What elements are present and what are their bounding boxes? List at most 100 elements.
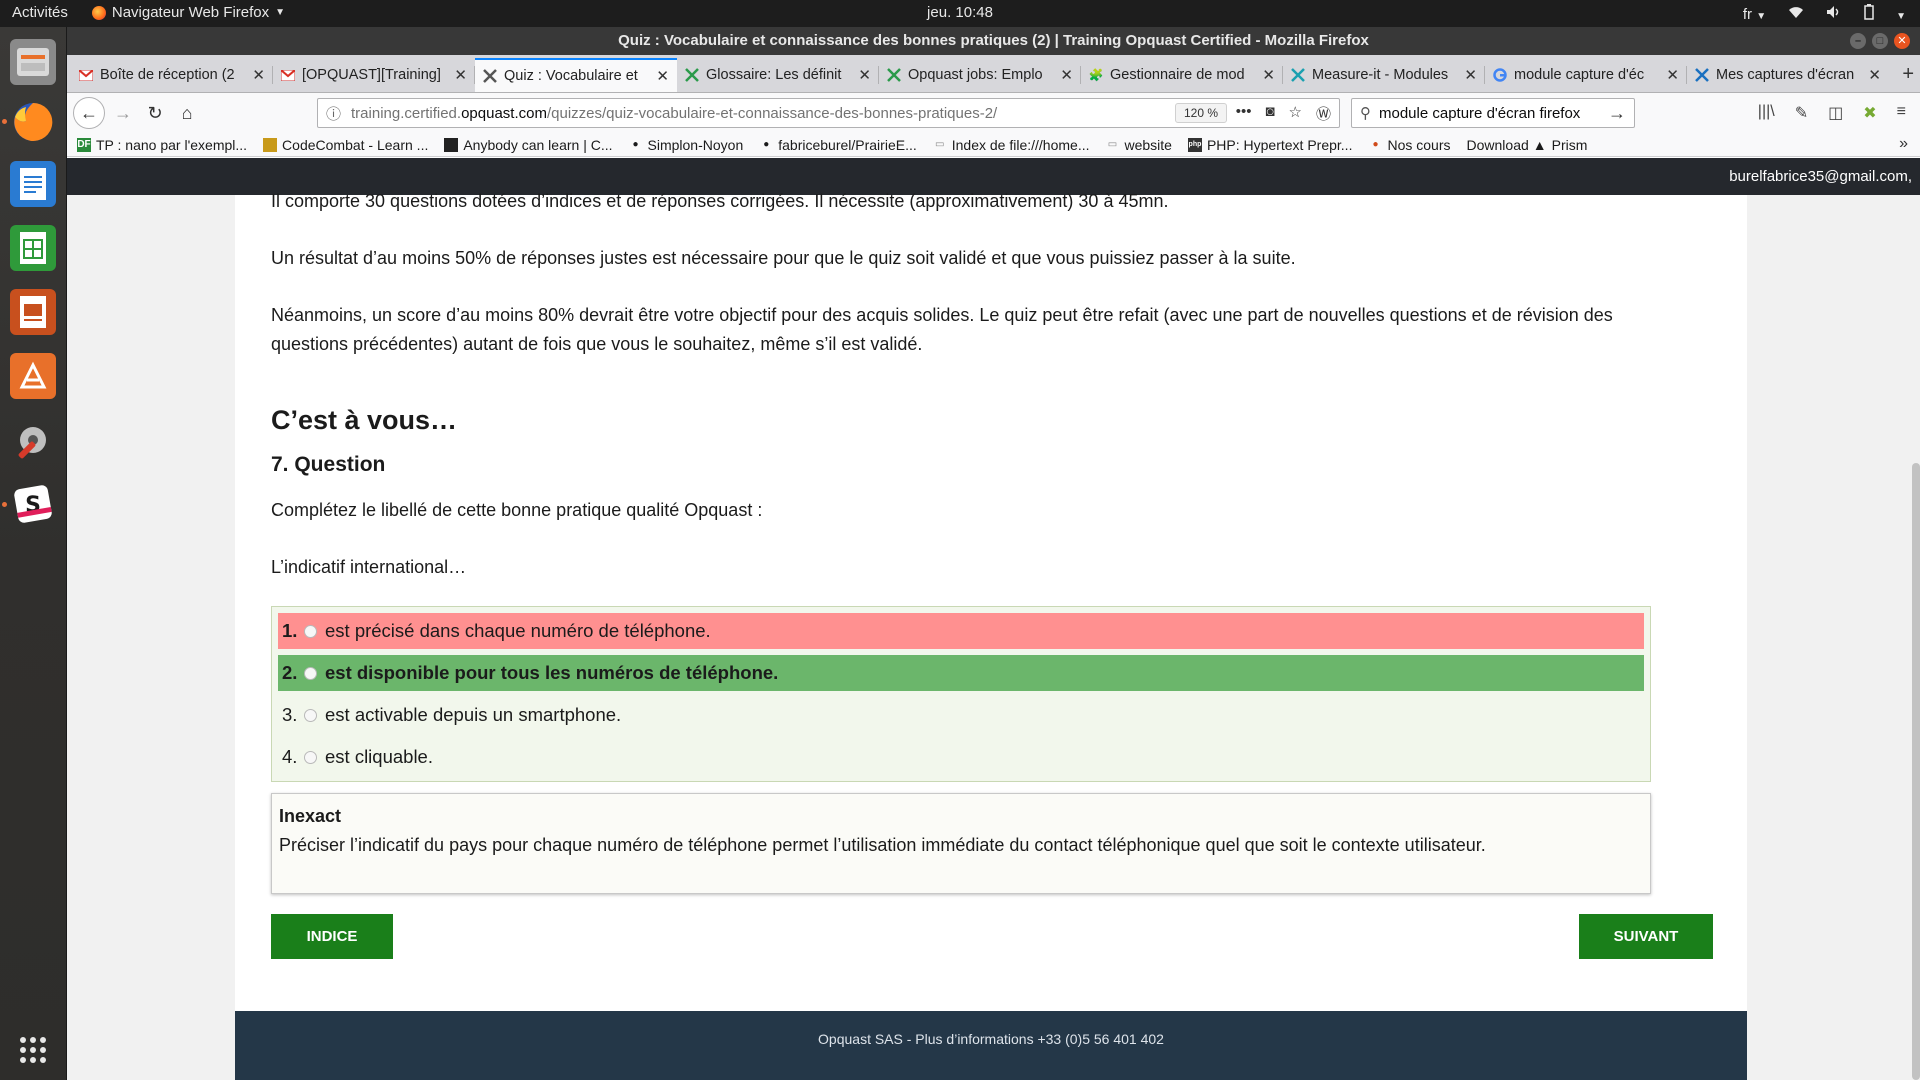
menu-icon[interactable]: ≡: [1897, 103, 1906, 123]
bookmark-item[interactable]: ● fabriceburel/PrairieE...: [759, 137, 917, 153]
minimize-button[interactable]: –: [1850, 33, 1866, 49]
chevron-down-icon: ▼: [1896, 10, 1906, 22]
page-actions-icon[interactable]: •••: [1236, 103, 1252, 124]
search-input[interactable]: module capture d'écran firefox: [1379, 105, 1580, 122]
url-bar[interactable]: ⓘ training.certified. opquast.com/quizzes…: [317, 98, 1340, 128]
home-icon[interactable]: ⌂: [171, 97, 203, 129]
library-icon[interactable]: |||\: [1758, 103, 1775, 123]
php-icon: php: [1187, 137, 1202, 152]
feedback-box: Inexact Préciser l’indicatif du pays pou…: [271, 793, 1651, 894]
show-applications-icon[interactable]: [10, 1027, 56, 1073]
answer-option-2[interactable]: 2. est disponible pour tous les numéros …: [278, 655, 1644, 691]
bookmark-label: Simplon-Noyon: [647, 136, 744, 153]
bookmark-label: Nos cours: [1387, 136, 1451, 153]
bookmark-favicon: ●: [1372, 139, 1379, 150]
eyedropper-icon[interactable]: ✎: [1795, 103, 1808, 123]
close-tab-icon[interactable]: ✕: [454, 66, 467, 84]
clock[interactable]: jeu. 10:48: [0, 4, 1920, 21]
file-icon: ▭: [935, 139, 945, 150]
pocket-icon[interactable]: ◙: [1265, 103, 1274, 124]
bookmark-item[interactable]: Download: [1467, 137, 1529, 153]
back-button[interactable]: ←: [73, 97, 105, 129]
tab-quiz-active[interactable]: Quiz : Vocabulaire et ✕: [475, 58, 677, 92]
tab-gmail-inbox[interactable]: Boîte de réception (2 ✕: [71, 58, 273, 92]
search-go-icon[interactable]: →: [1608, 103, 1626, 124]
close-tab-icon[interactable]: ✕: [1060, 66, 1073, 84]
software-center-icon[interactable]: [10, 353, 56, 399]
running-indicator: [2, 502, 7, 507]
settings-icon[interactable]: [10, 417, 56, 463]
answer-radio[interactable]: [304, 708, 317, 722]
bookmark-star-icon[interactable]: ☆: [1289, 103, 1302, 124]
close-tab-icon[interactable]: ✕: [858, 66, 871, 84]
bookmark-item[interactable]: ■ Anybody can learn | C...: [444, 137, 613, 153]
user-email[interactable]: burelfabrice35@gmail.com,: [1729, 168, 1912, 185]
bookmark-item[interactable]: ● Simplon-Noyon: [629, 136, 744, 153]
close-tab-icon[interactable]: ✕: [1262, 66, 1275, 84]
opquast-icon: [483, 69, 497, 83]
bookmark-item[interactable]: ▭ website: [1106, 137, 1172, 153]
bookmark-item[interactable]: DF TP : nano par l'exempl...: [77, 137, 247, 153]
slack-icon[interactable]: S: [10, 481, 56, 527]
extension-icon[interactable]: ✖: [1863, 103, 1876, 123]
bookmark-item[interactable]: ▭ Index de file:///home...: [933, 137, 1089, 153]
close-tab-icon[interactable]: ✕: [1868, 66, 1881, 84]
search-icon: ⚲: [1360, 105, 1371, 122]
battery-icon[interactable]: [1864, 4, 1874, 24]
bookmark-label: PHP: Hypertext Prepr...: [1206, 136, 1353, 153]
hint-button[interactable]: INDICE: [271, 914, 393, 959]
bookmark-label: Download: [1466, 136, 1529, 153]
close-window-button[interactable]: ✕: [1894, 33, 1910, 49]
answer-text: est cliquable.: [325, 746, 433, 767]
impress-icon[interactable]: [10, 289, 56, 335]
bookmark-item[interactable]: ● Nos cours: [1368, 137, 1450, 153]
volume-icon[interactable]: [1826, 5, 1842, 23]
forward-button[interactable]: →: [107, 97, 139, 129]
bookmark-item[interactable]: ▲ Prism: [1533, 137, 1588, 153]
answer-number: 1.: [282, 620, 298, 641]
tab-google-search[interactable]: module capture d'éc ✕: [1485, 58, 1687, 92]
files-icon[interactable]: [10, 39, 56, 85]
tab-measure-it[interactable]: Measure-it - Modules ✕: [1283, 58, 1485, 92]
answer-option-4[interactable]: 4. est cliquable.: [278, 739, 1644, 775]
answer-option-1[interactable]: 1. est précisé dans chaque numéro de tél…: [278, 613, 1644, 649]
window-title: Quiz : Vocabulaire et connaissance des b…: [618, 32, 1369, 49]
zoom-indicator[interactable]: 120 %: [1174, 103, 1227, 123]
sidebar-icon[interactable]: ◫: [1828, 103, 1843, 123]
answer-option-3[interactable]: 3. est activable depuis un smartphone.: [278, 697, 1644, 733]
tab-glossaire[interactable]: Glossaire: Les définit ✕: [677, 58, 879, 92]
answer-radio[interactable]: [304, 624, 317, 638]
bookmark-item[interactable]: ■ CodeCombat - Learn ...: [263, 137, 428, 153]
firefox-icon[interactable]: [10, 99, 56, 145]
tab-gmail-opquast[interactable]: [OPQUAST][Training] ✕: [273, 58, 475, 92]
site-info-icon[interactable]: ⓘ: [326, 103, 341, 124]
footer-text: Opquast SAS - Plus d’informations +33 (0…: [818, 1031, 1164, 1047]
close-tab-icon[interactable]: ✕: [656, 67, 669, 85]
system-menu-button[interactable]: ▼: [1896, 6, 1906, 23]
wordpress-icon[interactable]: Ⓦ: [1316, 103, 1331, 124]
calc-icon[interactable]: [10, 225, 56, 271]
google-icon: [1493, 68, 1507, 82]
gmail-icon: [79, 68, 93, 82]
language-indicator[interactable]: fr ▼: [1743, 6, 1766, 23]
tab-addons-manager[interactable]: 🧩 Gestionnaire de mod ✕: [1081, 58, 1283, 92]
close-tab-icon[interactable]: ✕: [1464, 66, 1477, 84]
reload-button[interactable]: ↻: [139, 97, 171, 129]
bookmark-item[interactable]: php PHP: Hypertext Prepr...: [1187, 136, 1353, 153]
tab-screenshots[interactable]: Mes captures d'écran ✕: [1687, 58, 1889, 92]
close-tab-icon[interactable]: ✕: [1666, 66, 1679, 84]
maximize-button[interactable]: □: [1872, 33, 1888, 49]
answer-radio[interactable]: [304, 750, 317, 764]
tab-opquast-jobs[interactable]: Opquast jobs: Emplo ✕: [879, 58, 1081, 92]
more-bookmarks-icon[interactable]: »: [1899, 135, 1908, 153]
scrollbar[interactable]: [1912, 463, 1920, 1080]
feedback-title: Inexact: [279, 806, 342, 826]
new-tab-button[interactable]: +: [1902, 63, 1914, 86]
wifi-icon[interactable]: [1788, 5, 1804, 23]
writer-icon[interactable]: [10, 161, 56, 207]
close-tab-icon[interactable]: ✕: [252, 66, 265, 84]
answer-radio[interactable]: [304, 666, 317, 680]
next-button[interactable]: SUIVANT: [1579, 914, 1713, 959]
tab-strip: Boîte de réception (2 ✕ [OPQUAST][Traini…: [67, 55, 1920, 93]
search-bar[interactable]: ⚲ module capture d'écran firefox →: [1351, 98, 1635, 128]
